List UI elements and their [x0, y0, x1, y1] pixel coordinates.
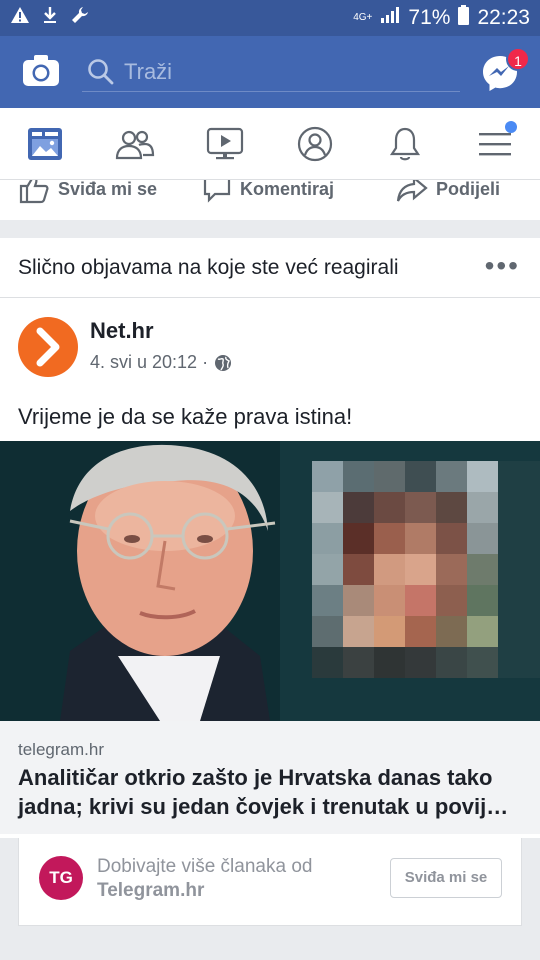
- nav-menu[interactable]: [450, 108, 540, 180]
- nav-notifications[interactable]: [360, 108, 450, 180]
- page-avatar[interactable]: [18, 317, 78, 377]
- suggested-post-card: Slično objavama na koje ste već reagiral…: [0, 238, 540, 838]
- watch-icon: [206, 127, 244, 160]
- search-input[interactable]: Traži: [82, 52, 460, 92]
- post-text: Vrijeme je da se kaže prava istina!: [18, 404, 353, 429]
- wrench-icon: [70, 5, 90, 31]
- friends-icon: [115, 130, 155, 160]
- suggestion-text: Dobivajte više članaka od: [97, 856, 313, 877]
- like-action[interactable]: Sviđa mi se: [18, 180, 157, 204]
- post-actions: Sviđa mi se Komentiraj Podijeli: [0, 180, 540, 220]
- share-action[interactable]: Podijeli: [396, 180, 500, 204]
- like-page-button[interactable]: Sviđa mi se: [390, 858, 502, 898]
- clock: 22:23: [477, 6, 530, 29]
- bell-icon: [389, 127, 421, 161]
- post-image[interactable]: [0, 441, 540, 721]
- comment-icon: [203, 180, 231, 203]
- telegram-logo[interactable]: TG: [39, 856, 83, 900]
- post-header: Net.hr 4. svi u 20:12 ·: [0, 298, 540, 388]
- nav-watch[interactable]: [180, 108, 270, 180]
- nav-friends[interactable]: [90, 108, 180, 180]
- share-icon: [396, 180, 428, 202]
- menu-notification-dot: [505, 121, 517, 133]
- main-nav: [0, 108, 540, 180]
- battery-icon: [458, 5, 470, 31]
- page-name[interactable]: Net.hr: [90, 318, 154, 344]
- messenger-badge: 1: [506, 47, 530, 71]
- nav-profile[interactable]: [270, 108, 360, 180]
- link-title: Analitičar otkrio zašto je Hrvatska dana…: [18, 765, 509, 819]
- thumbs-up-icon: [19, 180, 49, 204]
- suggested-page-name[interactable]: Telegram.hr: [97, 880, 204, 902]
- link-preview[interactable]: telegram.hr Analitičar otkrio zašto je H…: [0, 721, 540, 834]
- post-timestamp[interactable]: 4. svi u 20:12 ·: [90, 352, 208, 373]
- profile-icon: [297, 126, 333, 162]
- search-icon: [88, 58, 114, 84]
- nav-news-feed[interactable]: [0, 108, 90, 180]
- signal-icon: [380, 6, 400, 30]
- comment-label: Komentiraj: [240, 180, 335, 199]
- more-options-icon[interactable]: •••: [485, 252, 520, 280]
- share-label: Podijeli: [436, 180, 501, 199]
- hamburger-menu-icon: [479, 133, 511, 156]
- page-suggestion: TG Dobivajte više članaka od Telegram.hr…: [18, 838, 522, 926]
- status-bar: 4G+ 71% 22:23: [0, 0, 540, 36]
- download-icon: [42, 6, 58, 30]
- comment-action[interactable]: Komentiraj: [202, 180, 334, 204]
- warning-icon: [10, 6, 30, 30]
- like-label: Sviđa mi se: [58, 180, 158, 199]
- globe-icon: [215, 354, 232, 371]
- news-feed-icon: [28, 128, 62, 160]
- link-domain: telegram.hr: [18, 740, 104, 759]
- network-type: 4G+: [353, 12, 373, 23]
- top-bar: Traži 1: [0, 36, 540, 108]
- card-header-title: Slično objavama na koje ste već reagiral…: [18, 255, 399, 279]
- card-header: Slično objavama na koje ste već reagiral…: [0, 238, 540, 298]
- search-placeholder: Traži: [124, 58, 173, 84]
- battery-percent: 71%: [408, 6, 451, 29]
- post-meta: 4. svi u 20:12 ·: [90, 352, 232, 373]
- camera-icon[interactable]: [22, 54, 60, 88]
